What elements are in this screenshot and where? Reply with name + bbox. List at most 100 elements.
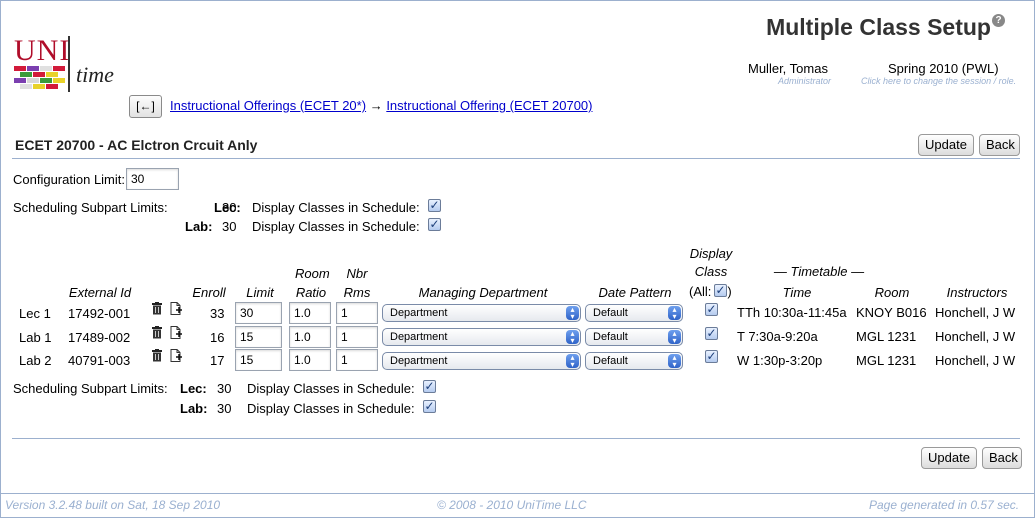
breadcrumb-arrow: →	[369, 98, 383, 113]
select-arrows-icon: ▴ ▾	[566, 330, 579, 345]
select-arrows-icon: ▴ ▾	[668, 330, 681, 345]
col-time: Time	[782, 285, 812, 300]
subpart-limit-lec: 30	[217, 381, 232, 396]
select-arrows-icon: ▴ ▾	[668, 306, 681, 321]
col-date-pattern: Date Pattern	[598, 285, 672, 300]
display-classes-label: Display Classes in Schedule:	[247, 401, 415, 416]
display-lec-checkbox[interactable]: ✓	[428, 199, 441, 212]
display-class-checkbox[interactable]: ✓	[705, 303, 718, 316]
class-enroll: 17	[210, 353, 225, 368]
managing-dept-select[interactable]: Department ▴ ▾	[382, 352, 581, 370]
class-instructor: Honchell, J W	[935, 329, 1016, 344]
session-name[interactable]: Spring 2010 (PWL)	[888, 61, 999, 76]
class-limit-input[interactable]: 30	[235, 302, 282, 324]
col-nbr-rms-line2: Rms	[343, 285, 371, 300]
display-classes-label: Display Classes in Schedule:	[247, 381, 415, 396]
update-button-bottom[interactable]: Update	[921, 447, 977, 469]
date-pattern-select[interactable]: Default ▴ ▾	[585, 328, 683, 346]
subpart-limit-lab: 30	[222, 219, 237, 234]
delete-icon[interactable]	[151, 326, 163, 339]
col-timetable: — Timetable —	[773, 264, 865, 279]
date-pattern-select[interactable]: Default ▴ ▾	[585, 352, 683, 370]
help-icon[interactable]: ?	[992, 14, 1005, 27]
col-instructors: Instructors	[946, 285, 1008, 300]
class-limit-input[interactable]: 15	[235, 326, 282, 348]
breadcrumb-offerings-link[interactable]: Instructional Offerings (ECET 20*)	[170, 98, 366, 113]
class-name: Lec 1	[19, 306, 51, 321]
nbr-rooms-input[interactable]: 1	[336, 302, 378, 324]
logo-bricks-icon	[14, 66, 65, 89]
display-class-checkbox[interactable]: ✓	[705, 327, 718, 340]
config-limit-input[interactable]: 30	[126, 168, 179, 190]
offering-title: ECET 20700 - AC Elctron Crcuit Anly	[15, 137, 258, 153]
class-room: MGL 1231	[856, 329, 917, 344]
footer-divider	[12, 438, 1020, 439]
managing-dept-select[interactable]: Department ▴ ▾	[382, 304, 581, 322]
back-button-top[interactable]: Back	[979, 134, 1020, 156]
subpart-limit-lec: 30	[222, 200, 237, 215]
room-ratio-input[interactable]: 1.0	[289, 349, 331, 371]
breadcrumb-offering-link[interactable]: Instructional Offering (ECET 20700)	[386, 98, 592, 113]
display-lab-checkbox[interactable]: ✓	[423, 400, 436, 413]
add-class-icon[interactable]	[170, 349, 182, 362]
class-limit-input[interactable]: 15	[235, 349, 282, 371]
update-button-top[interactable]: Update	[918, 134, 974, 156]
header-divider	[12, 158, 1020, 159]
page-title: Multiple Class Setup	[766, 14, 991, 40]
subpart-limit-lab: 30	[217, 401, 232, 416]
select-arrows-icon: ▴ ▾	[566, 306, 579, 321]
breadcrumb: Instructional Offerings (ECET 20*) → Ins…	[170, 98, 593, 113]
history-back-button[interactable]: [←]	[129, 95, 162, 118]
nbr-rooms-input[interactable]: 1	[336, 326, 378, 348]
display-lab-checkbox[interactable]: ✓	[428, 218, 441, 231]
footer-version: Version 3.2.48 built on Sat, 18 Sep 2010	[5, 498, 221, 512]
class-name: Lab 1	[19, 330, 52, 345]
select-arrows-icon: ▴ ▾	[566, 354, 579, 369]
col-enroll: Enroll	[192, 285, 226, 300]
logo-uni-text: UNI	[14, 34, 71, 67]
col-display-line1: Display	[689, 246, 733, 261]
display-class-checkbox[interactable]: ✓	[705, 350, 718, 363]
user-role: Administrator	[778, 76, 832, 86]
unitime-logo: UNI time	[12, 34, 132, 96]
managing-dept-select[interactable]: Department ▴ ▾	[382, 328, 581, 346]
subpart-type-lec: Lec:	[180, 381, 207, 396]
date-pattern-select[interactable]: Default ▴ ▾	[585, 304, 683, 322]
class-time: W 1:30p-3:20p	[737, 353, 823, 368]
class-room: MGL 1231	[856, 353, 917, 368]
col-managing-dept: Managing Department	[418, 285, 548, 300]
col-limit: Limit	[246, 285, 274, 300]
room-ratio-input[interactable]: 1.0	[289, 302, 331, 324]
class-name: Lab 2	[19, 353, 52, 368]
delete-icon[interactable]	[151, 349, 163, 362]
subpart-limits-label: Scheduling Subpart Limits:	[13, 200, 168, 215]
display-lec-checkbox[interactable]: ✓	[423, 380, 436, 393]
select-arrows-icon: ▴ ▾	[668, 354, 681, 369]
add-class-icon[interactable]	[170, 302, 182, 315]
delete-icon[interactable]	[151, 302, 163, 315]
class-external-id: 40791-003	[68, 353, 131, 368]
footer-generated: Page generated in 0.57 sec.	[869, 498, 1020, 512]
class-external-id: 17489-002	[68, 330, 131, 345]
session-hint[interactable]: Click here to change the session / role.	[861, 76, 1016, 86]
subpart-type-lab: Lab:	[185, 219, 213, 234]
col-room-ratio-line1: Room	[295, 266, 330, 281]
class-enroll: 16	[210, 330, 225, 345]
subpart-type-lab: Lab:	[180, 401, 208, 416]
class-time: TTh 10:30a-11:45a	[737, 305, 847, 320]
nbr-rooms-input[interactable]: 1	[336, 349, 378, 371]
col-display-line2: Class	[694, 264, 728, 279]
class-time: T 7:30a-9:20a	[737, 329, 818, 344]
display-classes-label: Display Classes in Schedule:	[252, 200, 420, 215]
back-button-bottom[interactable]: Back	[982, 447, 1022, 469]
user-name: Muller, Tomas	[748, 61, 828, 76]
class-external-id: 17492-001	[68, 306, 131, 321]
class-instructor: Honchell, J W	[935, 305, 1016, 320]
logo-time-text: time	[76, 62, 114, 87]
display-all-checkbox[interactable]: ✓	[714, 284, 727, 297]
add-class-icon[interactable]	[170, 326, 182, 339]
footer-copyright: © 2008 - 2010 UniTime LLC	[437, 498, 587, 512]
config-limit-label: Configuration Limit:	[13, 172, 125, 187]
room-ratio-input[interactable]: 1.0	[289, 326, 331, 348]
display-classes-label: Display Classes in Schedule:	[252, 219, 420, 234]
